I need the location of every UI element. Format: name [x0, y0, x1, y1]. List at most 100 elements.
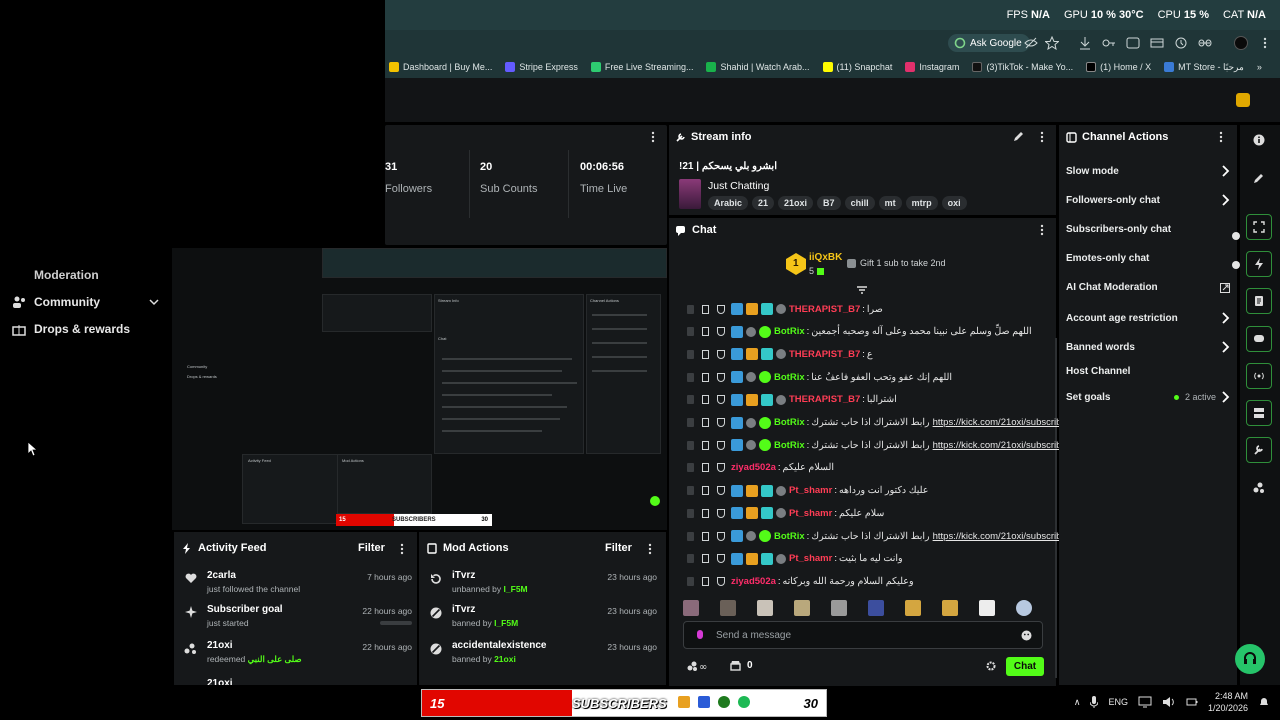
- shield-icon[interactable]: [717, 508, 725, 518]
- card-icon[interactable]: [1150, 36, 1164, 50]
- edit-icon[interactable]: [1013, 131, 1024, 142]
- mic-icon[interactable]: [1090, 696, 1099, 708]
- community-icon[interactable]: [1246, 475, 1272, 501]
- channel-action-ai-chat-moderation[interactable]: AI Chat Moderation: [1066, 282, 1230, 293]
- channel-action-banned-words[interactable]: Banned words: [1066, 341, 1230, 353]
- shield-icon[interactable]: [717, 463, 725, 473]
- emote[interactable]: [1016, 600, 1032, 616]
- emote[interactable]: [757, 600, 773, 616]
- emote[interactable]: [905, 600, 921, 616]
- app-icon[interactable]: [678, 696, 690, 708]
- tag[interactable]: B7: [817, 196, 841, 210]
- trash-icon[interactable]: [687, 418, 694, 427]
- emote[interactable]: [794, 600, 810, 616]
- bookmark-item[interactable]: (11) Snapchat: [822, 62, 892, 72]
- trash-icon[interactable]: [687, 372, 694, 382]
- more-menu-icon[interactable]: [1040, 224, 1044, 236]
- bookmark-item[interactable]: Stripe Express: [505, 62, 578, 72]
- bookmark-item[interactable]: (1) Home / X: [1086, 62, 1151, 72]
- shield-icon[interactable]: [717, 440, 725, 450]
- channel-action-subscribers-only-chat[interactable]: Subscribers-only chat: [1066, 224, 1230, 235]
- chat-username[interactable]: BotRix: [774, 417, 805, 428]
- ask-google-button[interactable]: Ask Google: [948, 34, 1030, 52]
- timeout-icon[interactable]: [702, 440, 709, 450]
- emote[interactable]: [942, 600, 958, 616]
- sidebar-item-community[interactable]: Community: [12, 295, 160, 309]
- tag[interactable]: oxi: [941, 196, 967, 210]
- channel-action-host-channel[interactable]: Host Channel: [1066, 366, 1230, 377]
- tag[interactable]: 21oxi: [778, 196, 814, 210]
- chat-username[interactable]: BotRix: [774, 372, 805, 383]
- wrench-icon[interactable]: [1246, 437, 1272, 463]
- channel-action-slow-mode[interactable]: Slow mode: [1066, 165, 1230, 177]
- extension-icon[interactable]: [1236, 93, 1250, 107]
- sidebar-item-moderation[interactable]: Moderation: [12, 268, 99, 282]
- bookmark-item[interactable]: Shahid | Watch Arab...: [706, 62, 810, 72]
- chat-username[interactable]: ziyad502a: [731, 576, 776, 587]
- filter-button[interactable]: Filter: [605, 542, 632, 554]
- chat-username[interactable]: Pt_shamr: [789, 485, 832, 496]
- emote[interactable]: [831, 600, 847, 616]
- chat-message[interactable]: Pt_shamr: وانت ليه ما بثيت: [687, 548, 903, 570]
- more-menu-icon[interactable]: [648, 543, 652, 555]
- gift-cta[interactable]: Gift 1 sub to take 2nd: [847, 258, 946, 268]
- chat-message[interactable]: BotRix: اللهم إنك عفو وتحب العفو فاعفُ عن…: [687, 366, 952, 388]
- history-icon[interactable]: [1174, 36, 1188, 50]
- channel-action-followers-only-chat[interactable]: Followers-only chat: [1066, 194, 1230, 206]
- trash-icon[interactable]: [687, 327, 694, 337]
- key-icon[interactable]: [1102, 36, 1116, 50]
- tag[interactable]: Arabic: [708, 196, 749, 210]
- collapse-icon[interactable]: [856, 286, 868, 294]
- chat-message[interactable]: BotRix: اللهم صلِّ وسلم على نبينا محمد وع…: [687, 321, 1032, 343]
- timeout-icon[interactable]: [702, 372, 709, 382]
- chat-message[interactable]: THERAPIST_B7: صرا: [687, 298, 883, 320]
- channel-action-account-age-restriction[interactable]: Account age restriction: [1066, 312, 1230, 324]
- category-thumbnail[interactable]: [679, 179, 701, 209]
- bookmark-item[interactable]: Free Live Streaming...: [590, 62, 693, 72]
- shield-icon[interactable]: [717, 486, 725, 496]
- more-menu-icon[interactable]: [400, 543, 404, 555]
- chat-username[interactable]: Pt_shamr: [789, 508, 832, 519]
- chevron-up-icon[interactable]: ∧: [1074, 697, 1081, 708]
- trash-icon[interactable]: [687, 508, 694, 518]
- chat-username[interactable]: THERAPIST_B7: [789, 304, 860, 315]
- chat-link[interactable]: https://kick.com/21oxi/subscribe: [933, 417, 1067, 428]
- star-icon[interactable]: [1045, 36, 1059, 50]
- link-icon[interactable]: [1198, 36, 1212, 50]
- chat-message[interactable]: THERAPIST_B7: اشترالبا: [687, 389, 897, 411]
- chat-username[interactable]: Pt_shamr: [789, 553, 832, 564]
- bookmark-item[interactable]: Dashboard | Buy Me...: [389, 62, 492, 72]
- chat-input[interactable]: Send a message: [683, 621, 1043, 649]
- category-name[interactable]: Just Chatting: [708, 180, 769, 192]
- notification-icon[interactable]: [1258, 696, 1270, 708]
- more-menu-icon[interactable]: [1040, 131, 1044, 143]
- timeout-icon[interactable]: [702, 418, 709, 427]
- chat-bubble-icon[interactable]: [1246, 326, 1272, 352]
- gear-icon[interactable]: [986, 661, 996, 671]
- bookmark-item[interactable]: Instagram: [905, 62, 959, 72]
- timeout-icon[interactable]: [702, 554, 709, 564]
- sidebar-item-drops-rewards[interactable]: Drops & rewards: [12, 322, 130, 336]
- lightning-icon[interactable]: [1246, 251, 1272, 277]
- xbox-icon[interactable]: [718, 696, 730, 708]
- timeout-icon[interactable]: [702, 576, 709, 586]
- profile-avatar-icon[interactable]: [1234, 36, 1248, 50]
- shield-icon[interactable]: [717, 372, 725, 382]
- more-menu-icon[interactable]: [651, 131, 655, 143]
- layout-icon[interactable]: [1246, 400, 1272, 426]
- chat-username[interactable]: THERAPIST_B7: [789, 349, 860, 360]
- emote[interactable]: [683, 600, 699, 616]
- shield-icon[interactable]: [717, 395, 725, 405]
- broadcast-icon[interactable]: [1246, 363, 1272, 389]
- mic-icon[interactable]: [696, 630, 704, 642]
- community-link-icon[interactable]: ∞: [687, 660, 709, 672]
- emote[interactable]: [979, 600, 995, 616]
- trash-icon[interactable]: [687, 440, 694, 450]
- chat-username[interactable]: BotRix: [774, 531, 805, 542]
- emote[interactable]: [868, 600, 884, 616]
- more-menu-icon[interactable]: [1219, 131, 1223, 143]
- spotify-icon[interactable]: [738, 696, 750, 708]
- shield-icon[interactable]: [717, 304, 725, 314]
- tag[interactable]: 21: [752, 196, 775, 210]
- chat-username[interactable]: ziyad502a: [731, 462, 776, 473]
